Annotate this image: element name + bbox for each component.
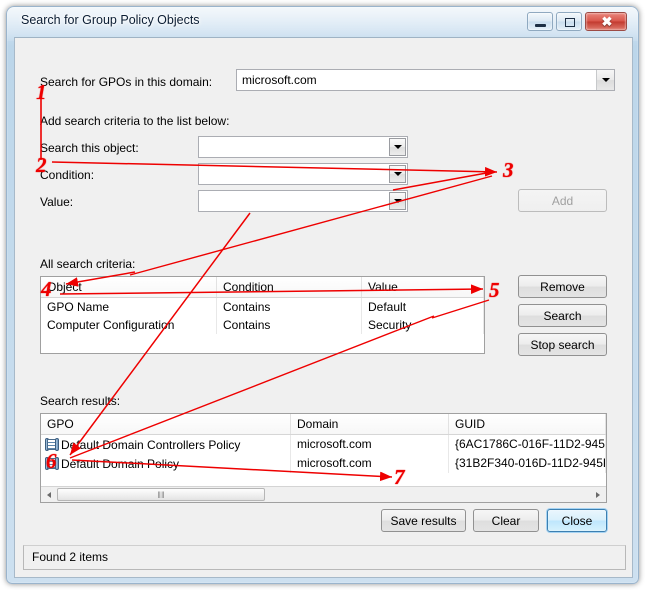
chevron-down-icon [393, 172, 402, 176]
condition-combobox[interactable] [198, 163, 408, 185]
remove-button[interactable]: Remove [518, 275, 607, 298]
value-combobox[interactable] [198, 190, 408, 212]
domain-combobox-arrow[interactable] [596, 70, 614, 90]
results-gpo-name: Default Domain Policy [61, 456, 180, 471]
criteria-intro-label: Add search criteria to the list below: [40, 114, 230, 128]
add-criteria-button[interactable]: Add [518, 189, 607, 212]
results-cell-gpo: Default Domain Controllers Policy [41, 435, 291, 454]
minimize-button[interactable] [527, 12, 553, 31]
results-listview[interactable]: GPO Domain GUID Default Domain Controlle… [40, 413, 607, 503]
close-window-button[interactable]: ✖ [585, 12, 627, 31]
results-horizontal-scrollbar[interactable]: ‖‖ [41, 486, 606, 502]
clear-button[interactable]: Clear [473, 509, 539, 532]
search-object-combobox-arrow[interactable] [389, 138, 406, 156]
criteria-header-row: Object Condition Value [41, 277, 484, 298]
chevron-down-icon [393, 199, 402, 203]
window-title: Search for Group Policy Objects [21, 13, 200, 27]
dialog-window: Search for Group Policy Objects ✖ Search… [6, 6, 639, 584]
results-cell-gpo: Default Domain Policy [41, 454, 291, 473]
status-text: Found 2 items [32, 550, 109, 564]
chevron-down-icon [601, 78, 610, 82]
status-bar: Found 2 items [23, 545, 626, 570]
criteria-cell-condition: Contains [217, 316, 362, 334]
list-item[interactable]: Default Domain Controllers Policy micros… [41, 435, 606, 454]
results-col-guid[interactable]: GUID [449, 414, 606, 434]
value-label: Value: [40, 195, 74, 209]
criteria-cell-value: Security [362, 316, 484, 334]
search-button[interactable]: Search [518, 304, 607, 327]
scroll-left-button[interactable] [41, 487, 57, 502]
close-icon: ✖ [601, 14, 613, 29]
results-col-gpo[interactable]: GPO [41, 414, 291, 434]
title-bar[interactable]: Search for Group Policy Objects ✖ [7, 7, 638, 37]
results-gpo-name: Default Domain Controllers Policy [61, 437, 241, 452]
scrollbar-track[interactable]: ‖‖ [57, 487, 590, 502]
results-cell-domain: microsoft.com [291, 435, 449, 454]
condition-combobox-arrow[interactable] [389, 165, 406, 183]
scrollbar-thumb[interactable]: ‖‖ [57, 488, 265, 501]
results-col-domain[interactable]: Domain [291, 414, 449, 434]
gpo-scroll-icon [45, 438, 59, 451]
value-combobox-arrow[interactable] [389, 192, 406, 210]
criteria-cell-object: Computer Configuration [41, 316, 217, 334]
chevron-left-icon [47, 491, 51, 498]
criteria-col-value[interactable]: Value [362, 277, 484, 297]
results-cell-guid: {31B2F340-016D-11D2-945F [449, 454, 606, 473]
stop-search-button[interactable]: Stop search [518, 333, 607, 356]
list-item[interactable]: Default Domain Policy microsoft.com {31B… [41, 454, 606, 473]
domain-combobox[interactable]: microsoft.com [236, 69, 615, 91]
results-header-row: GPO Domain GUID [41, 414, 606, 435]
chevron-right-icon [596, 491, 600, 498]
close-button[interactable]: Close [547, 509, 607, 532]
criteria-cell-object: GPO Name [41, 298, 217, 316]
maximize-button[interactable] [556, 12, 582, 31]
criteria-cell-value: Default [362, 298, 484, 316]
criteria-col-object[interactable]: Object [41, 277, 217, 297]
maximize-icon [565, 18, 575, 27]
search-object-combobox[interactable] [198, 136, 408, 158]
chevron-down-icon [393, 145, 402, 149]
criteria-listview[interactable]: Object Condition Value GPO Name Contains… [40, 276, 485, 354]
table-row[interactable]: GPO Name Contains Default [41, 298, 484, 316]
domain-label: Search for GPOs in this domain: [40, 75, 213, 89]
criteria-cell-condition: Contains [217, 298, 362, 316]
gpo-scroll-icon [45, 457, 59, 470]
condition-label: Condition: [40, 168, 95, 182]
save-results-button[interactable]: Save results [381, 509, 466, 532]
search-results-label: Search results: [40, 394, 121, 408]
scroll-right-button[interactable] [590, 487, 606, 502]
criteria-col-condition[interactable]: Condition [217, 277, 362, 297]
domain-combobox-value: microsoft.com [242, 73, 317, 87]
table-row[interactable]: Computer Configuration Contains Security [41, 316, 484, 334]
all-criteria-label: All search criteria: [40, 257, 136, 271]
search-object-label: Search this object: [40, 141, 139, 155]
minimize-icon [535, 24, 546, 27]
results-cell-guid: {6AC1786C-016F-11D2-945F [449, 435, 606, 454]
dialog-client-area: Search for GPOs in this domain: microsof… [14, 37, 633, 578]
results-cell-domain: microsoft.com [291, 454, 449, 473]
